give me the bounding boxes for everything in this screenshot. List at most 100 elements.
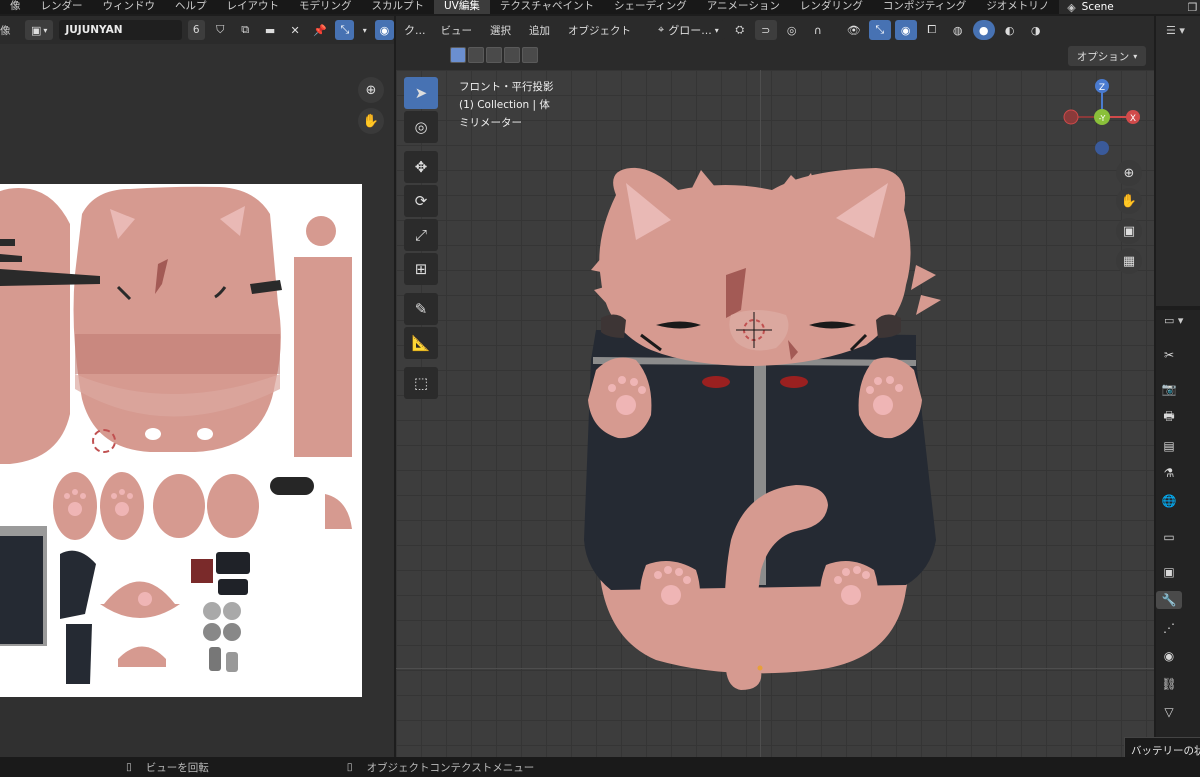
menu-window[interactable]: ウィンドウ [93,0,166,14]
select-mode-buttons [450,47,538,63]
image-name-field[interactable]: JUJUNYAN [59,20,182,40]
navigation-gizmo[interactable]: Z X -Y [1058,76,1148,166]
chevron-down-icon[interactable]: ▾ [360,20,369,40]
menu-select[interactable]: 選択 [483,23,518,38]
workspace-tab-geometry-nodes[interactable]: ジオメトリノ [976,0,1059,14]
uv-sync-icon[interactable]: ⤡ [335,20,355,40]
shading-wireframe-icon[interactable]: ◍ [947,20,969,40]
constraints-properties-icon[interactable]: ⛓ [1160,675,1178,693]
pin-icon[interactable]: 📌 [311,20,330,40]
camera-view-icon[interactable]: ▣ [1116,218,1142,244]
pan-hand-icon[interactable]: ✋ [1116,188,1142,214]
unit-text: ミリメーター [459,117,522,129]
particles-properties-icon[interactable]: ⋰ [1160,619,1178,637]
status-hint-context-menu: オブジェクトコンテクストメニュー [366,761,535,774]
gizmo-neg-z-axis[interactable] [1095,141,1109,155]
transform-tool-icon[interactable]: ⊞ [404,253,438,285]
xray-icon[interactable]: ⧠ [921,20,943,40]
menu-render[interactable]: レンダー [31,0,93,14]
shading-solid-icon[interactable]: ● [972,20,995,40]
select-extend-icon[interactable] [468,47,484,63]
add-cube-tool-icon[interactable]: ⬚ [404,367,438,399]
select-invert-icon[interactable] [504,47,520,63]
output-properties-icon[interactable]: 🖶 [1160,408,1178,426]
proportional-edit-icon[interactable]: ◎ [781,20,803,40]
render-properties-icon[interactable]: 📷 [1160,380,1178,398]
shading-rendered-icon[interactable]: ◑ [1025,20,1047,40]
uv-editor-canvas[interactable]: ⊕ ✋ [0,44,394,757]
object-properties-icon[interactable]: ▣ [1160,563,1178,581]
gizmo-neg-x-axis[interactable] [1063,109,1079,125]
zoom-icon[interactable]: ⊕ [1116,160,1142,186]
gizmo-toggle-icon[interactable]: ⤡ [868,20,891,40]
scene-name[interactable]: Scene [1082,1,1182,13]
collection-properties-icon[interactable]: ▭ [1160,528,1178,546]
transform-orientation-dropdown[interactable]: ⌖ グロー... ▾ [652,20,725,40]
rotate-tool-icon[interactable]: ⟳ [404,185,438,217]
menu-image[interactable]: 像 [0,0,31,14]
scene-selector[interactable]: ◈ Scene ❐ [1059,0,1200,14]
falloff-icon[interactable]: ∩ [807,20,829,40]
move-tool-icon[interactable]: ✥ [404,151,438,183]
view-layer-properties-icon[interactable]: ▤ [1160,437,1178,455]
image-users-count[interactable]: 6 [187,20,205,40]
2d-cursor-icon[interactable] [92,429,116,453]
snap-icon[interactable]: ⊃ [754,20,777,40]
workspace-tab-layout[interactable]: レイアウト [217,0,290,14]
editor-mode-selector[interactable]: ク... [400,20,430,40]
workspace-tab-texture-paint[interactable]: テクスチャペイント [490,0,604,14]
physics-properties-icon[interactable]: ◉ [1160,647,1178,665]
chevron-down-icon: ▾ [1133,51,1138,61]
viewport-info-overlay: フロント・平行投影 (1) Collection | 体 ミリメーター [459,78,554,132]
menu-add[interactable]: 追加 [522,23,557,38]
gizmo-y-label: -Y [1099,114,1106,123]
top-menu-bar: 像 レンダー ウィンドウ ヘルプ レイアウト モデリング スカルプト UV編集 … [0,0,1200,14]
image-menu[interactable]: 像 [0,23,19,38]
workspace-tab-compositing[interactable]: コンポジティング [873,0,976,14]
data-properties-icon[interactable]: ▽ [1160,703,1178,721]
3d-viewport[interactable]: Z X -Y ⊕ ✋ ▣ ▦ [396,70,1154,757]
duplicate-icon[interactable]: ⧉ [236,20,255,40]
tool-properties-icon[interactable]: ✂ [1160,346,1178,364]
annotate-tool-icon[interactable]: ✎ [404,293,438,325]
modifier-properties-icon[interactable]: 🔧 [1156,591,1182,609]
measure-tool-icon[interactable]: 📐 [404,327,438,359]
menu-help[interactable]: ヘルプ [165,0,217,14]
workspace-tab-shading[interactable]: シェーディング [604,0,697,14]
workspace-tab-uv-editing[interactable]: UV編集 [434,0,490,14]
select-new-icon[interactable] [450,47,466,63]
options-dropdown[interactable]: オプション ▾ [1068,46,1146,66]
overlay-toggle-icon[interactable]: ◉ [894,20,917,40]
workspace-tab-rendering[interactable]: レンダリング [790,0,873,14]
zoom-icon[interactable]: ⊕ [358,77,384,103]
menu-view[interactable]: ビュー [434,23,480,38]
world-properties-icon[interactable]: 🌐 [1160,492,1178,510]
visibility-icon[interactable]: 👁 [843,20,865,40]
select-intersect-icon[interactable] [522,47,538,63]
unlink-icon[interactable]: ✕ [286,20,305,40]
pivot-point-icon[interactable]: ⛭ [729,20,751,40]
shading-material-icon[interactable]: ◐ [999,20,1021,40]
workspace-tab-sculpt[interactable]: スカルプト [362,0,435,14]
uv-texture-image [0,184,362,697]
outliner-header-icon[interactable]: ☰ ▾ [1166,24,1185,37]
image-browse-button[interactable]: ▣ ▾ [24,20,54,40]
properties-header-icon[interactable]: ▭ ▾ [1164,314,1183,327]
pan-hand-icon[interactable]: ✋ [358,108,384,134]
folder-icon[interactable]: ▬ [261,20,280,40]
select-box-icon[interactable]: ➤ [404,77,438,109]
cursor-tool-icon[interactable]: ◎ [404,111,438,143]
scene-properties-icon[interactable]: ⚗ [1160,464,1178,482]
fake-user-icon[interactable]: ⛉ [211,20,230,40]
transform-orientation-value: グロー... [668,24,712,37]
chevron-down-icon: ▾ [714,25,719,35]
scale-tool-icon[interactable]: ⤢ [404,219,438,251]
perspective-grid-icon[interactable]: ▦ [1116,248,1142,274]
uv-sticky-select-icon[interactable]: ◉ [375,20,394,40]
outliner-panel[interactable]: ☰ ▾ [1156,16,1200,306]
workspace-tab-animation[interactable]: アニメーション [697,0,790,14]
select-subtract-icon[interactable] [486,47,502,63]
scene-browse-icon[interactable]: ❐ [1188,1,1198,14]
workspace-tab-modeling[interactable]: モデリング [289,0,362,14]
menu-object[interactable]: オブジェクト [561,23,638,38]
